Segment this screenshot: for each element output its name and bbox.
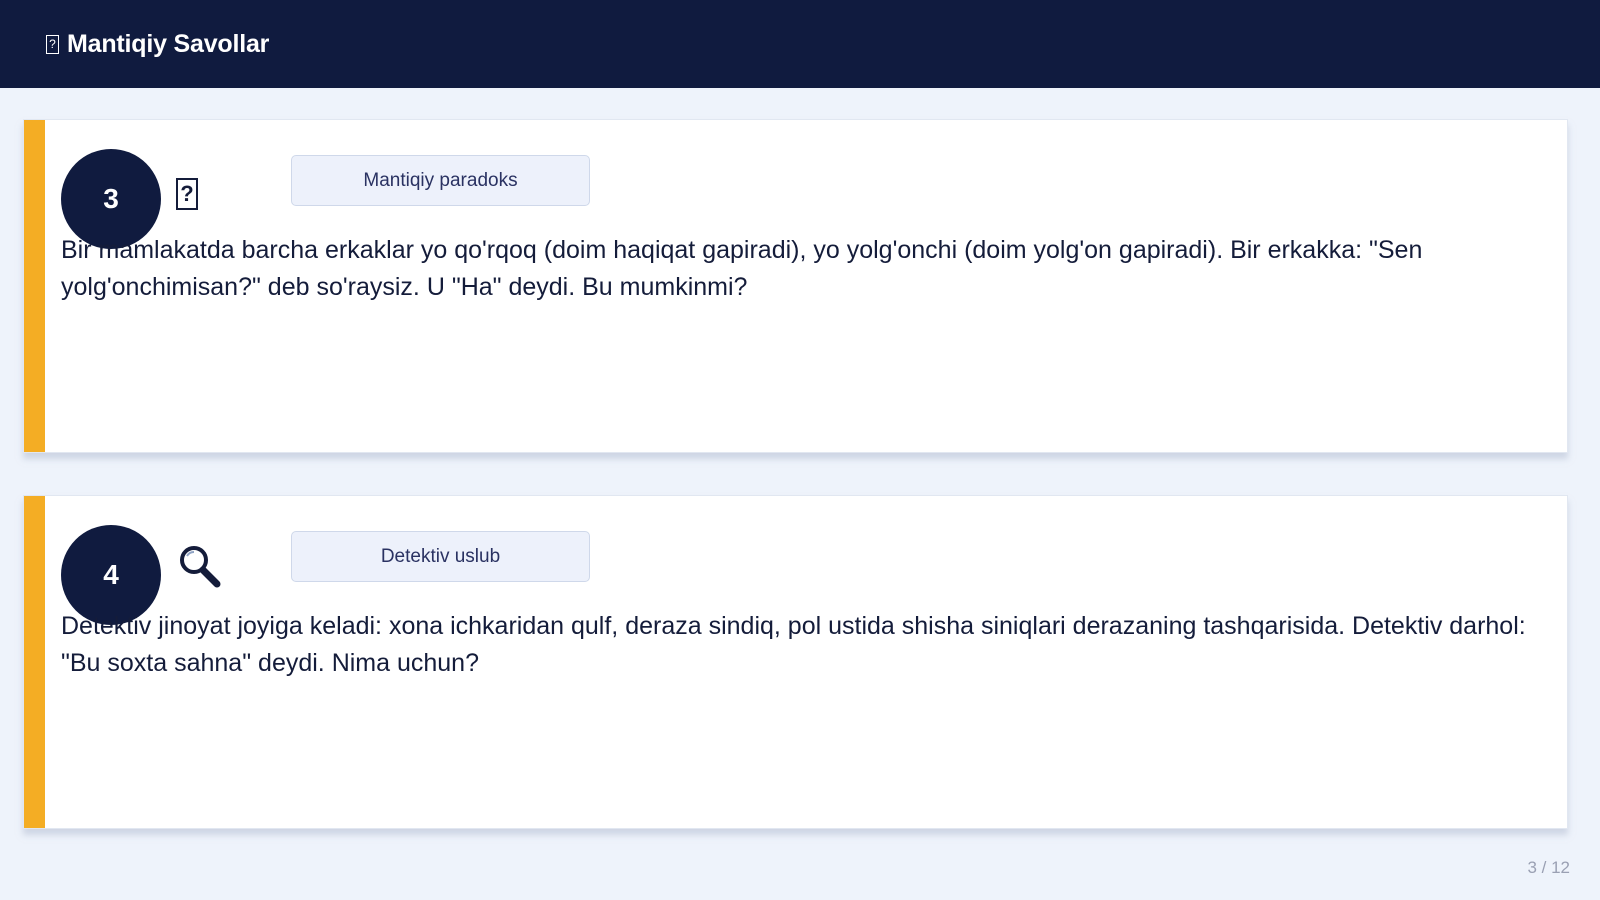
- magnifier-icon: [180, 546, 221, 588]
- top-bar: ? Mantiqiy Savollar: [0, 0, 1600, 88]
- card-accent-bar: [24, 120, 45, 452]
- question-card-4: 4 Detektiv uslub Detektiv jinoyat joyiga…: [23, 495, 1568, 829]
- page-counter: 3 / 12: [1527, 858, 1570, 877]
- question-text: Detektiv jinoyat joyiga keladi: xona ich…: [61, 612, 1526, 677]
- card-accent-bar: [24, 496, 45, 828]
- category-tag: Mantiqiy paradoks: [291, 155, 590, 206]
- category-tag: Detektiv uslub: [291, 531, 590, 582]
- page-title: Mantiqiy Savollar: [67, 29, 270, 58]
- question-text: Bir mamlakatda barcha erkaklar yo qo'rqo…: [61, 236, 1423, 301]
- question-box-icon: ?: [176, 178, 198, 210]
- question-card-3: 3 ? Mantiqiy paradoks Bir mamlakatda bar…: [23, 119, 1568, 453]
- question-box-icon: ?: [46, 34, 59, 54]
